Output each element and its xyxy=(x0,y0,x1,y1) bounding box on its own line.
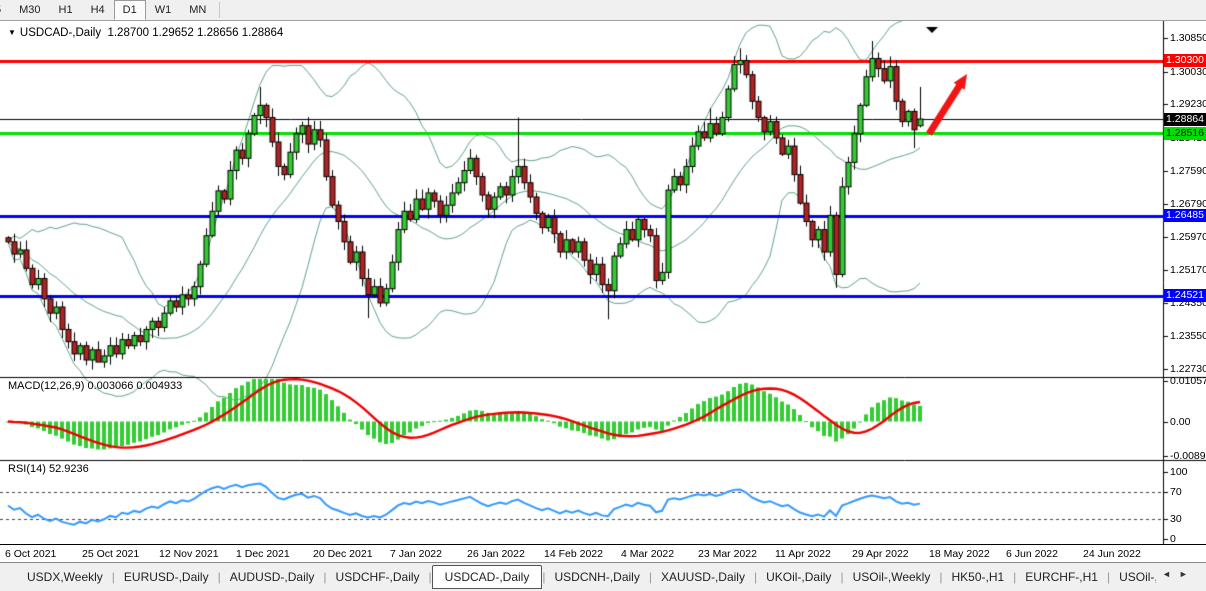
time-axis-label: 24 Jun 2022 xyxy=(1083,548,1141,560)
trading-terminal: 5M30H1H4D1W1MN ▼ USDCAD-,Daily 1.28700 1.… xyxy=(0,0,1206,591)
rsi-axis-tick: 30 xyxy=(1170,513,1182,525)
chart-tab-xauusd-daily[interactable]: XAUUSD-,Daily xyxy=(652,566,754,588)
tab-scroll-right-icon[interactable]: ► xyxy=(1179,569,1188,579)
chart-tab-bar: USDX,Weekly|EURUSD-,Daily|AUDUSD-,Daily|… xyxy=(0,562,1206,591)
time-axis-label: 12 Nov 2021 xyxy=(159,548,219,560)
time-axis-label: 6 Oct 2021 xyxy=(5,548,56,560)
price-level-badge-1.26485: 1.26485 xyxy=(1164,209,1206,222)
chart-canvas[interactable] xyxy=(0,21,1206,544)
price-axis-tick: 1.27590 xyxy=(1170,165,1206,177)
timeframe-button-M30[interactable]: M30 xyxy=(10,0,49,20)
time-axis-label: 14 Feb 2022 xyxy=(544,548,603,560)
timeframe-button-H1[interactable]: H1 xyxy=(50,0,82,20)
chart-tab-usdcnh-daily[interactable]: USDCNH-,Daily xyxy=(545,566,648,588)
timeframe-button-D1[interactable]: D1 xyxy=(114,0,146,20)
time-axis: 6 Oct 2021 25 Oct 2021 12 Nov 2021 1 Dec 20… xyxy=(0,544,1206,563)
chart-tab-ukoil-daily[interactable]: UKOil-,Daily xyxy=(757,566,840,588)
timeframe-button-MN[interactable]: MN xyxy=(180,0,215,20)
time-axis-label: 18 May 2022 xyxy=(929,548,990,560)
chart-tab-hk50-h1[interactable]: HK50-,H1 xyxy=(942,566,1013,588)
time-axis-label: 20 Dec 2021 xyxy=(313,548,373,560)
chart-tab-usoil-weekly[interactable]: USOil-,Weekly xyxy=(844,566,940,588)
time-axis-label: 6 Jun 2022 xyxy=(1006,548,1058,560)
current-price-badge: 1.28864 xyxy=(1164,113,1206,126)
rsi-axis-tick: 100 xyxy=(1170,466,1188,478)
rsi-axis-tick: 70 xyxy=(1170,486,1182,498)
price-axis-tick: 1.25970 xyxy=(1170,231,1206,243)
macd-axis-tick: 0.010578 xyxy=(1170,375,1206,387)
timeframe-button-W1[interactable]: W1 xyxy=(146,0,181,20)
chart-tab-eurchf-h1[interactable]: EURCHF-,H1 xyxy=(1016,566,1107,588)
price-level-badge-1.30300: 1.30300 xyxy=(1164,54,1206,67)
chart-tab-audusd-daily[interactable]: AUDUSD-,Daily xyxy=(221,566,324,588)
chart-window: ▼ USDCAD-,Daily 1.28700 1.29652 1.28656 1… xyxy=(0,21,1206,544)
time-axis-label: 25 Oct 2021 xyxy=(82,548,139,560)
macd-axis-tick: -0.00896 xyxy=(1170,450,1206,462)
price-axis-tick: 1.22730 xyxy=(1170,363,1206,375)
time-axis-label: 1 Dec 2021 xyxy=(236,548,290,560)
timeframe-toolbar: 5M30H1H4D1W1MN xyxy=(0,0,1206,21)
time-axis-label: 4 Mar 2022 xyxy=(621,548,674,560)
chart-tab-usdcad-daily[interactable]: USDCAD-,Daily xyxy=(432,565,543,589)
time-axis-label: 26 Jan 2022 xyxy=(467,548,525,560)
timeframe-button-H4[interactable]: H4 xyxy=(82,0,114,20)
chart-ohlc-values: 1.28700 1.29652 1.28656 1.28864 xyxy=(107,27,283,39)
macd-indicator-label: MACD(12,26,9) 0.003066 0.004933 xyxy=(8,380,182,392)
chart-symbol-title: USDCAD-,Daily xyxy=(20,27,101,39)
rsi-indicator-label: RSI(14) 52.9236 xyxy=(8,463,89,475)
chart-tab-eurusd-daily[interactable]: EURUSD-,Daily xyxy=(115,566,218,588)
macd-axis-tick: 0.00 xyxy=(1170,416,1190,428)
tab-scroll-arrows: ◄ ► xyxy=(1156,566,1204,582)
time-axis-label: 7 Jan 2022 xyxy=(390,548,442,560)
price-level-badge-1.28516: 1.28516 xyxy=(1164,127,1206,140)
price-axis-tick: 1.26790 xyxy=(1170,198,1206,210)
chart-tab-usdchf-daily[interactable]: USDCHF-,Daily xyxy=(327,566,429,588)
indicator-collapse-icon[interactable]: ▼ xyxy=(8,28,16,37)
time-axis-label: 11 Apr 2022 xyxy=(775,548,831,560)
price-axis-tick: 1.29230 xyxy=(1170,98,1206,110)
price-axis-tick: 1.30850 xyxy=(1170,32,1206,44)
timeframe-button-5[interactable]: 5 xyxy=(0,0,10,20)
price-axis-tick: 1.30030 xyxy=(1170,66,1206,78)
tab-scroll-left-icon[interactable]: ◄ xyxy=(1162,569,1171,579)
toolbar-separator xyxy=(219,2,220,18)
chart-title: ▼ USDCAD-,Daily 1.28700 1.29652 1.28656 1… xyxy=(8,27,283,39)
price-level-badge-1.24521: 1.24521 xyxy=(1164,289,1206,302)
price-axis-tick: 1.25170 xyxy=(1170,264,1206,276)
chart-tab-usdx-weekly[interactable]: USDX,Weekly xyxy=(18,566,112,588)
time-axis-label: 23 Mar 2022 xyxy=(698,548,757,560)
price-axis-tick: 1.23550 xyxy=(1170,330,1206,342)
time-axis-label: 29 Apr 2022 xyxy=(852,548,909,560)
